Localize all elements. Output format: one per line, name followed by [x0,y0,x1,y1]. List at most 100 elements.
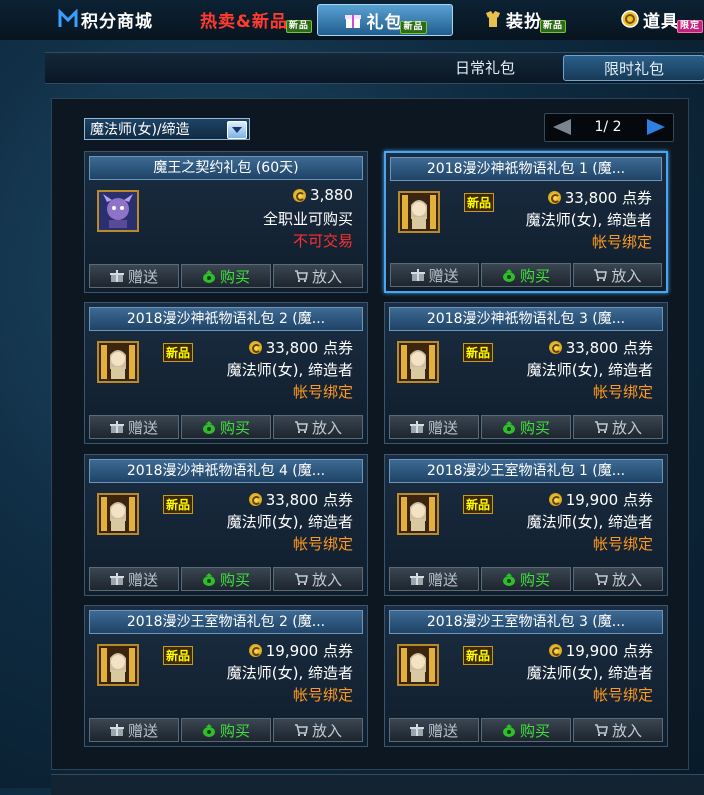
price-value: 19,900 点券 [265,642,353,660]
buy-button[interactable]: 购买 [481,415,571,439]
cart-icon [594,421,608,433]
coin-icon [621,10,639,28]
money-bag-icon [502,269,515,282]
pack-title: 2018漫沙神祇物语礼包 3 (魔... [389,307,663,331]
tab-costume[interactable]: 装扮 新品 [483,4,567,34]
card-actions: 赠送 购买 放入 [89,264,363,288]
price: 3,880 [293,186,353,204]
money-bag-icon [502,573,515,586]
pack-card[interactable]: 魔王之契约礼包 (60天) 3,880 全职业可购买 不可交易 赠送 购买 放入 [84,151,368,293]
gift-box-icon [109,724,124,736]
class-filter-dropdown[interactable]: 魔法师(女)/缔造 [84,118,250,140]
price-value: 19,900 点券 [565,491,653,509]
gift-button[interactable]: 赠送 [89,415,179,439]
gift-button[interactable]: 赠送 [389,567,479,591]
add-to-cart-label: 放入 [611,266,642,285]
class-filter-value: 魔法师(女)/缔造 [90,122,190,138]
pack-title: 2018漫沙神祇物语礼包 1 (魔... [390,157,662,181]
price-value: 33,800 点券 [565,339,653,357]
pack-card[interactable]: 2018漫沙王室物语礼包 1 (魔... 新品 19,900 点券 魔法师(女), 缔… [384,454,668,596]
gift-box-icon [109,421,124,433]
mage-portrait-icon[interactable] [97,341,139,383]
buy-button-label: 购买 [219,570,250,589]
buy-button[interactable]: 购买 [481,718,571,742]
m-logo-icon [58,9,78,27]
pack-card[interactable]: 2018漫沙王室物语礼包 2 (魔... 新品 19,900 点券魔法师(女), 缔… [84,605,368,747]
tab-items-label: 道具 [643,11,679,32]
pack-title: 2018漫沙神祇物语礼包 2 (魔... [89,307,363,331]
mage-portrait-icon[interactable] [97,493,139,535]
mage-portrait-icon[interactable] [398,191,440,233]
card-actions: 赠送 购买 放入 [389,718,663,742]
buy-button[interactable]: 购买 [181,718,271,742]
gift-button[interactable]: 赠送 [390,263,480,287]
tab-gift-pack[interactable]: 礼包 新品 [317,4,453,36]
gift-button[interactable]: 赠送 [89,264,179,288]
mage-portrait-icon[interactable] [397,341,439,383]
pack-title: 2018漫沙王室物语礼包 2 (魔... [89,610,363,634]
card-actions: 赠送 购买 放入 [89,415,363,439]
money-bag-icon [202,270,215,283]
new-badge: 新品 [163,495,194,514]
tab-gift-pack-label: 礼包 [366,12,403,33]
tab-points-mall[interactable]: 积分商城 [58,4,153,34]
buy-button[interactable]: 购买 [181,415,271,439]
coupon-coin-icon [547,191,561,204]
mage-portrait-icon[interactable] [397,493,439,535]
money-bag-icon [202,421,215,434]
subtab-daily-pack[interactable]: 日常礼包 [425,55,545,79]
add-to-cart-button[interactable]: 放入 [273,718,363,742]
buy-button[interactable]: 购买 [481,567,571,591]
new-badge: 新品 [463,343,494,362]
coupon-coin-icon [248,644,262,657]
gift-button-label: 赠送 [127,267,158,286]
add-to-cart-button[interactable]: 放入 [572,263,662,287]
eligibility-text: 魔法师(女), 缔造者 [226,664,353,682]
next-page-icon[interactable] [647,119,665,135]
buy-button-label: 购买 [519,418,550,437]
card-actions: 赠送 购买 放入 [89,567,363,591]
tab-hot-new-label: 热卖&新品 [200,11,288,32]
demon-portrait-icon[interactable] [97,190,139,232]
gift-box-icon [409,724,424,736]
new-badge: 新品 [163,646,194,665]
add-to-cart-button[interactable]: 放入 [273,415,363,439]
add-to-cart-label: 放入 [311,721,342,740]
chevron-down-icon[interactable] [227,121,247,139]
cart-icon [594,573,608,585]
gift-button[interactable]: 赠送 [89,718,179,742]
pack-card[interactable]: 2018漫沙神祇物语礼包 4 (魔... 新品 33,800 点券 魔法师(女), 缔… [84,454,368,596]
mage-portrait-icon[interactable] [397,644,439,686]
eligibility-text: 魔法师(女), 缔造者 [525,211,652,229]
eligibility-text: 魔法师(女), 缔造者 [526,361,653,379]
gift-button[interactable]: 赠送 [89,567,179,591]
add-to-cart-button[interactable]: 放入 [573,415,663,439]
price-value: 19,900 点券 [565,642,653,660]
buy-button[interactable]: 购买 [181,264,271,288]
card-actions: 赠送 购买 放入 [389,567,663,591]
buy-button-label: 购买 [519,570,550,589]
mage-portrait-icon[interactable] [97,644,139,686]
gift-box-icon [109,573,124,585]
tab-items[interactable]: 道具 限定 [620,4,704,34]
pack-card[interactable]: 2018漫沙神祇物语礼包 1 (魔... 新品 33,800 点券 魔法师(女), 缔… [384,151,668,293]
add-to-cart-button[interactable]: 放入 [573,718,663,742]
tab-items-badge: 限定 [677,19,704,33]
pack-card[interactable]: 2018漫沙王室物语礼包 3 (魔... 新品 19,900 点券 魔法师(女), 缔… [384,605,668,747]
gift-button[interactable]: 赠送 [389,415,479,439]
pack-title: 2018漫沙王室物语礼包 1 (魔... [389,459,663,483]
prev-page-icon[interactable] [553,119,571,135]
tab-hot-new[interactable]: 热卖&新品 新品 [200,4,312,34]
buy-button[interactable]: 购买 [481,263,571,287]
buy-button[interactable]: 购买 [181,567,271,591]
add-to-cart-button[interactable]: 放入 [273,567,363,591]
pack-card[interactable]: 2018漫沙神祇物语礼包 2 (魔... 新品 33,800 点券 魔法师(女), 缔… [84,302,368,444]
gift-button[interactable]: 赠送 [389,718,479,742]
pack-card[interactable]: 2018漫沙神祇物语礼包 3 (魔... 新品 33,800 点券魔法师(女), 缔… [384,302,668,444]
add-to-cart-button[interactable]: 放入 [273,264,363,288]
subtab-limited-pack[interactable]: 限时礼包 [563,55,704,81]
trade-status: 帐号绑定 [592,686,653,704]
add-to-cart-button[interactable]: 放入 [573,567,663,591]
sub-tab-bar: 日常礼包 限时礼包 [45,52,704,84]
money-bag-icon [202,724,215,737]
